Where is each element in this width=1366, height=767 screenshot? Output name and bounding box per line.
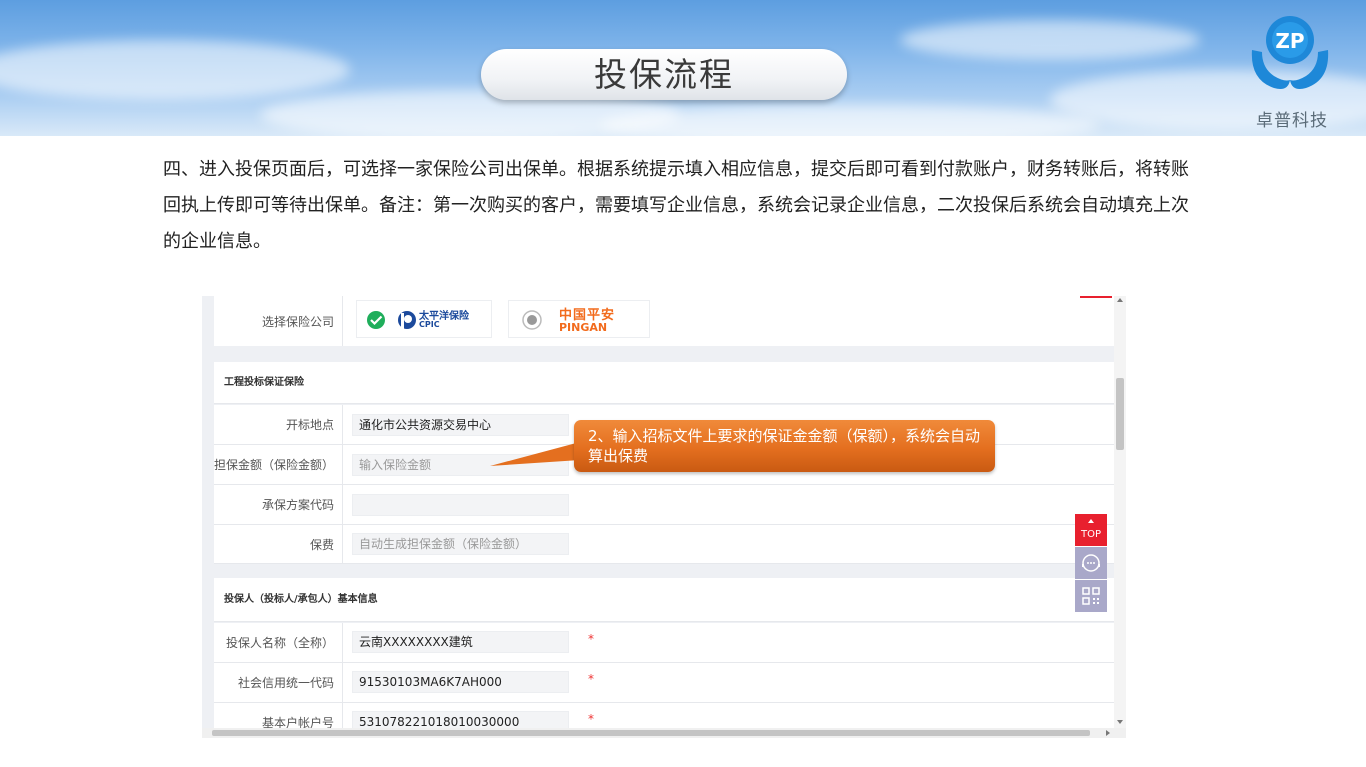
section-title-applicant: 投保人（投标人/承包人）基本信息 [214,578,1114,622]
top-accent-bar [1080,296,1112,298]
cloud-decoration [900,20,1200,60]
required-mark: * [588,672,594,686]
field-label: 投保人名称（全称） [214,623,343,662]
horizontal-scrollbar[interactable] [202,728,1126,738]
required-mark: * [588,632,594,646]
customer-service-button[interactable] [1075,547,1107,579]
qr-code-button[interactable] [1075,580,1107,612]
arrow-up-icon [1088,519,1094,523]
bid-location-input[interactable]: 通化市公共资源交易中心 [352,414,569,436]
cloud-decoration [0,40,350,100]
back-to-top-button[interactable]: TOP [1075,514,1107,546]
credit-code-input[interactable]: 91530103MA6K7AH000 [352,671,569,693]
company-label: 选择保险公司 [214,296,343,346]
plan-code-input[interactable] [352,494,569,516]
scroll-thumb[interactable] [1116,378,1124,450]
page-title: 投保流程 [481,49,847,100]
scroll-up-icon[interactable] [1117,298,1123,302]
scroll-down-icon[interactable] [1117,720,1123,724]
vertical-scrollbar[interactable] [1114,296,1126,728]
pingan-name-en: PINGAN [559,321,608,334]
headset-icon [1082,554,1100,572]
field-row: 承保方案代码 [214,485,1114,525]
qr-code-icon [1082,587,1100,605]
field-row: 保费 自动生成担保金额（保险金额） [214,525,1114,564]
section-title-guarantee: 工程投标保证保险 [214,362,1114,404]
field-label: 保费 [214,525,343,563]
premium-input[interactable]: 自动生成担保金额（保险金额） [352,533,569,555]
scroll-right-icon[interactable] [1106,730,1110,736]
scroll-thumb[interactable] [212,730,1090,736]
company-option-pingan[interactable]: 中国平安 PINGAN [508,300,650,338]
field-row: 投保人名称（全称） 云南XXXXXXXX建筑 * [214,623,1114,663]
company-select-row: 选择保险公司 太平洋保险 CPIC 中国平安 PINGAN [214,296,1114,346]
step-description: 四、进入投保页面后，可选择一家保险公司出保单。根据系统提示填入相应信息，提交后即… [163,159,1189,252]
required-mark: * [588,712,594,726]
company-option-cpic[interactable]: 太平洋保险 CPIC [356,300,492,338]
top-label: TOP [1080,529,1101,540]
brand-name: 卓普科技 [1256,111,1328,131]
field-label: 开标地点 [214,405,343,444]
instruction-callout: 2、输入招标文件上要求的保证金金额（保额），系统会自动算出保费 [574,420,995,472]
check-icon [367,311,385,329]
applicant-name-input[interactable]: 云南XXXXXXXX建筑 [352,631,569,653]
field-label: 社会信用统一代码 [214,663,343,702]
cloud-decoration [600,105,1100,136]
logo-letters: ZP [1275,29,1304,53]
field-row: 社会信用统一代码 91530103MA6K7AH000 * [214,663,1114,703]
field-label: 承保方案代码 [214,485,343,524]
cpic-name-en: CPIC [419,320,440,329]
field-label: 担保金额（保险金额） [214,445,343,484]
form-screenshot: 选择保险公司 太平洋保险 CPIC 中国平安 PINGAN 工程投标保证保险 开… [202,296,1126,738]
